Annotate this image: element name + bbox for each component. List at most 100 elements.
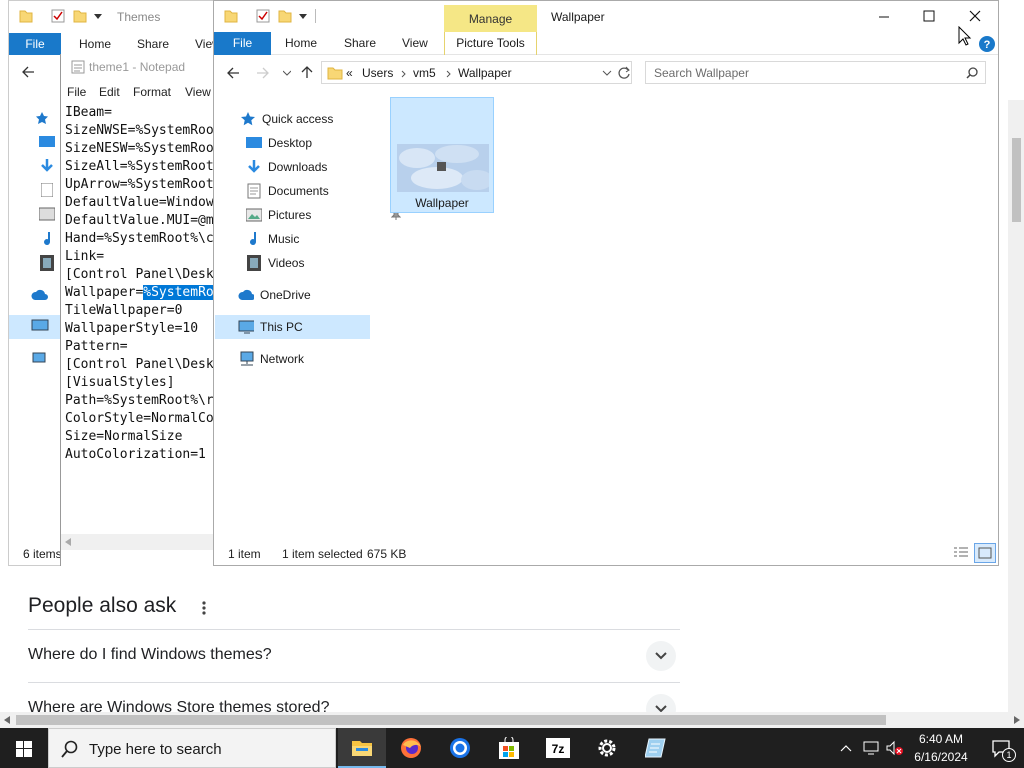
taskbar-notepad[interactable] — [632, 728, 680, 768]
volume-muted-icon[interactable] — [886, 740, 904, 756]
up-arrow-icon[interactable] — [300, 65, 314, 79]
properties-icon[interactable] — [51, 9, 65, 23]
scroll-left-icon[interactable] — [4, 716, 12, 724]
minimize-icon[interactable] — [878, 11, 890, 23]
text-line: Hand=%SystemRoot%\c — [65, 231, 214, 246]
start-button[interactable] — [0, 728, 48, 768]
chevron-right-icon[interactable] — [446, 70, 452, 78]
nav-music[interactable]: Music — [246, 227, 376, 251]
taskbar-7zip[interactable]: 7z — [534, 728, 582, 768]
taskbar-microsoft-store[interactable] — [485, 728, 533, 768]
menu-bar: File Edit Format View — [61, 80, 220, 102]
new-folder-icon[interactable] — [278, 9, 292, 23]
nav-downloads[interactable]: Downloads — [246, 155, 401, 179]
tab-share[interactable]: Share — [344, 36, 376, 50]
tab-file[interactable]: File — [9, 33, 61, 55]
menu-view[interactable]: View — [185, 82, 211, 102]
horizontal-scrollbar[interactable] — [61, 534, 219, 550]
help-icon[interactable]: ? — [978, 35, 996, 53]
chevron-right-icon[interactable] — [401, 70, 407, 78]
notepad-text-area[interactable]: IBeam= SizeNWSE=%SystemRoo SizeNESW=%Syste… — [65, 104, 214, 464]
search-icon[interactable] — [966, 67, 978, 79]
music-icon[interactable] — [41, 231, 55, 247]
taskbar-search-box[interactable]: Type here to search — [48, 728, 336, 768]
scrollbar-thumb[interactable] — [16, 715, 886, 725]
taskbar-chrome[interactable] — [436, 728, 484, 768]
documents-icon[interactable] — [41, 183, 53, 197]
menu-file[interactable]: File — [67, 82, 86, 102]
file-item-wallpaper[interactable]: Wallpaper — [390, 97, 494, 213]
onedrive-icon[interactable] — [31, 289, 49, 301]
tab-file[interactable]: File — [214, 32, 271, 55]
taskbar-firefox[interactable] — [388, 728, 436, 768]
image-thumbnail — [397, 144, 489, 192]
recent-locations-icon[interactable] — [283, 69, 291, 77]
notepad-window: theme1 - Notepad File Edit Format View I… — [60, 54, 220, 566]
chevron-down-icon[interactable] — [602, 70, 612, 78]
breadcrumb-wallpaper[interactable]: Wallpaper — [458, 66, 512, 80]
notification-center-button[interactable]: 1 — [982, 728, 1024, 768]
refresh-icon[interactable] — [617, 66, 631, 80]
breadcrumb-vm5[interactable]: vm5 — [413, 66, 436, 80]
scroll-right-icon[interactable] — [1012, 716, 1020, 724]
forward-arrow-icon[interactable] — [256, 66, 270, 80]
taskbar-file-explorer[interactable] — [338, 728, 386, 768]
address-bar[interactable]: « Users vm5 Wallpaper — [321, 61, 632, 84]
breadcrumb-overflow[interactable]: « — [346, 66, 353, 80]
tab-view[interactable]: View — [402, 36, 428, 50]
clock-time[interactable]: 6:40 AM — [912, 732, 970, 746]
nav-videos[interactable]: Videos — [246, 251, 376, 275]
tab-home[interactable]: Home — [285, 36, 317, 50]
network-icon[interactable] — [31, 351, 49, 365]
vertical-scrollbar[interactable] — [1008, 100, 1024, 712]
more-options-icon[interactable] — [198, 598, 210, 618]
menu-format[interactable]: Format — [133, 82, 171, 102]
nav-this-pc[interactable]: This PC — [238, 315, 368, 339]
breadcrumb-users[interactable]: Users — [362, 66, 393, 80]
title-bar[interactable]: Themes — [9, 1, 217, 33]
search-field[interactable]: Search Wallpaper — [645, 61, 986, 84]
scroll-left-icon[interactable] — [65, 538, 73, 546]
quick-access-star-icon[interactable] — [35, 111, 49, 125]
title-bar[interactable]: Manage Wallpaper — [214, 1, 998, 32]
folder-icon — [19, 10, 33, 23]
tab-home[interactable]: Home — [79, 37, 111, 51]
nav-pictures[interactable]: Pictures — [246, 203, 401, 227]
chevron-down-icon[interactable] — [299, 12, 307, 20]
tab-share[interactable]: Share — [137, 37, 169, 51]
nav-desktop[interactable]: Desktop — [246, 131, 401, 155]
question-row[interactable]: Where are Windows Store themes stored? — [28, 682, 680, 712]
properties-icon[interactable] — [256, 9, 270, 23]
chevron-down-icon[interactable] — [646, 641, 676, 671]
large-icons-view-button[interactable] — [974, 543, 996, 563]
clock-date[interactable]: 6/16/2024 — [910, 750, 972, 764]
menu-edit[interactable]: Edit — [99, 82, 120, 102]
back-arrow-icon[interactable] — [226, 66, 240, 80]
downloads-icon[interactable] — [39, 159, 55, 173]
tab-picture-tools[interactable]: Picture Tools — [444, 32, 537, 55]
videos-icon[interactable] — [40, 255, 54, 271]
nav-quick-access[interactable]: Quick access — [240, 107, 370, 131]
nav-network[interactable]: Network — [238, 347, 368, 371]
back-arrow-icon[interactable] — [21, 65, 35, 79]
tab-manage[interactable]: Manage — [444, 5, 537, 32]
new-folder-icon[interactable] — [73, 9, 87, 23]
notepad-icon — [71, 60, 85, 74]
horizontal-scrollbar[interactable] — [0, 712, 1024, 728]
maximize-icon[interactable] — [923, 10, 935, 22]
nav-onedrive[interactable]: OneDrive — [238, 283, 368, 307]
scrollbar-thumb[interactable] — [1012, 138, 1021, 222]
desktop-icon[interactable] — [39, 135, 55, 149]
chevron-down-icon[interactable] — [94, 12, 102, 20]
pictures-icon[interactable] — [39, 207, 55, 221]
question-row[interactable]: Where do I find Windows themes? — [28, 629, 680, 683]
nav-documents[interactable]: Documents — [246, 179, 401, 203]
taskbar-settings[interactable] — [583, 728, 631, 768]
show-hidden-icons-icon[interactable] — [840, 744, 852, 752]
chevron-down-icon[interactable] — [646, 694, 676, 712]
details-view-icon[interactable] — [953, 546, 969, 560]
network-status-icon[interactable] — [863, 741, 879, 755]
this-pc-icon[interactable] — [31, 319, 49, 333]
title-bar[interactable]: theme1 - Notepad — [61, 54, 220, 80]
close-icon[interactable] — [969, 10, 981, 22]
